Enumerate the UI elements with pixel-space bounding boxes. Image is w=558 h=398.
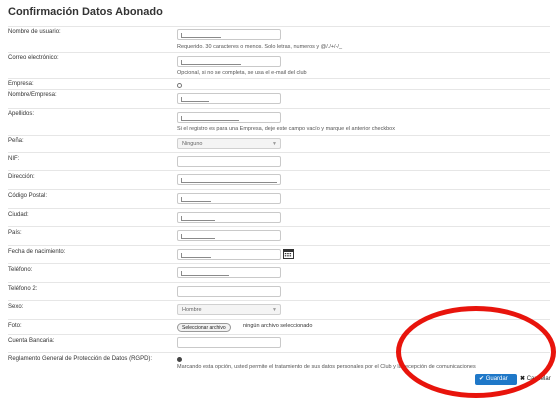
form-row-direccion: Dirección:: [8, 170, 550, 185]
form-row-cp: Código Postal:: [8, 189, 550, 204]
cancel-button[interactable]: ✖ Cancelar: [520, 374, 551, 385]
birthdate-input[interactable]: [177, 249, 281, 260]
empresa-label: Empresa:: [8, 81, 34, 87]
form-row-apellidos: Apellidos: Si el registro es para una Em…: [8, 108, 550, 132]
form-row-nif: NIF:: [8, 152, 550, 167]
cancel-label: Cancelar: [526, 376, 551, 382]
email-input[interactable]: [177, 56, 281, 67]
pais-input[interactable]: [177, 230, 281, 241]
calendar-icon[interactable]: [283, 248, 294, 259]
form-row-rgpd: Reglamento General de Protección de Dato…: [8, 352, 550, 370]
form-row-telefono: Teléfono:: [8, 263, 550, 278]
form-row-empresa: Empresa:: [8, 78, 550, 88]
form-row-usuario: Nombre de usuario: Requerido. 30 caracte…: [8, 26, 550, 50]
form-row-pena: Peña: Ninguno ▼: [8, 135, 550, 149]
cp-input[interactable]: [177, 193, 281, 204]
foto-label: Foto:: [8, 323, 22, 329]
empresa-checkbox[interactable]: [177, 83, 182, 88]
telefono2-label: Teléfono 2:: [8, 286, 38, 292]
cp-label: Código Postal:: [8, 193, 48, 199]
username-input[interactable]: [177, 29, 281, 40]
sexo-select-value: Hombre: [182, 307, 202, 313]
save-label: Guardar: [485, 376, 508, 382]
rgpd-label: Reglamento General de Protección de Dato…: [8, 356, 153, 362]
check-icon: ✔: [479, 376, 485, 382]
sexo-select[interactable]: Hombre ▼: [177, 304, 281, 315]
select-file-button[interactable]: Seleccionar archivo: [177, 323, 231, 332]
telefono2-input[interactable]: [177, 286, 281, 297]
usuario-label: Nombre de usuario:: [8, 29, 61, 35]
chevron-down-icon: ▼: [272, 307, 277, 313]
chevron-down-icon: ▼: [272, 141, 277, 147]
page-title: Confirmación Datos Abonado: [8, 6, 163, 18]
save-button[interactable]: ✔ Guardar: [475, 374, 517, 385]
nif-label: NIF:: [8, 156, 20, 162]
nacimiento-label: Fecha de nacimiento:: [8, 249, 66, 255]
apellidos-help: Si el registro es para una Empresa, deje…: [177, 126, 395, 132]
form-row-ciudad: Ciudad:: [8, 208, 550, 223]
pais-label: País:: [8, 230, 22, 236]
telefono-input[interactable]: [177, 267, 281, 278]
nif-input[interactable]: [177, 156, 281, 167]
file-status: ningún archivo seleccionado: [243, 323, 313, 329]
pena-select-value: Ninguno: [182, 141, 203, 147]
form-row-pais: País:: [8, 226, 550, 241]
usuario-help: Requerido. 30 caracteres o menos. Solo l…: [177, 44, 343, 50]
cuenta-input[interactable]: [177, 337, 281, 348]
nombre-label: Nombre/Empresa:: [8, 92, 57, 98]
form-row-foto: Foto: Seleccionar archivo ningún archivo…: [8, 319, 550, 332]
form-row-nacimiento: Fecha de nacimiento:: [8, 245, 550, 260]
direccion-input[interactable]: [177, 174, 281, 185]
pena-select[interactable]: Ninguno ▼: [177, 138, 281, 149]
cuenta-label: Cuenta Bancaria:: [8, 338, 55, 344]
sexo-label: Sexo:: [8, 304, 24, 310]
ciudad-input[interactable]: [177, 212, 281, 223]
correo-help: Opcional, si no se completa, se usa el e…: [177, 70, 307, 76]
apellidos-label: Apellidos:: [8, 111, 35, 117]
close-icon: ✖: [520, 376, 526, 382]
rgpd-checkbox[interactable]: [177, 357, 182, 362]
correo-label: Correo electrónico:: [8, 55, 59, 61]
ciudad-label: Ciudad:: [8, 212, 29, 218]
direccion-label: Dirección:: [8, 174, 35, 180]
form-row-correo: Correo electrónico: Opcional, si no se c…: [8, 52, 550, 76]
rgpd-help: Marcando esta opción, usted permite el t…: [177, 364, 476, 370]
form-row-sexo: Sexo: Hombre ▼: [8, 300, 550, 315]
form-row-nombre: Nombre/Empresa:: [8, 89, 550, 104]
pena-label: Peña:: [8, 138, 24, 144]
form-row-telefono2: Teléfono 2:: [8, 282, 550, 297]
form-row-cuenta: Cuenta Bancaria:: [8, 334, 550, 348]
nombre-input[interactable]: [177, 93, 281, 104]
apellidos-input[interactable]: [177, 112, 281, 123]
telefono-label: Teléfono:: [8, 267, 33, 273]
